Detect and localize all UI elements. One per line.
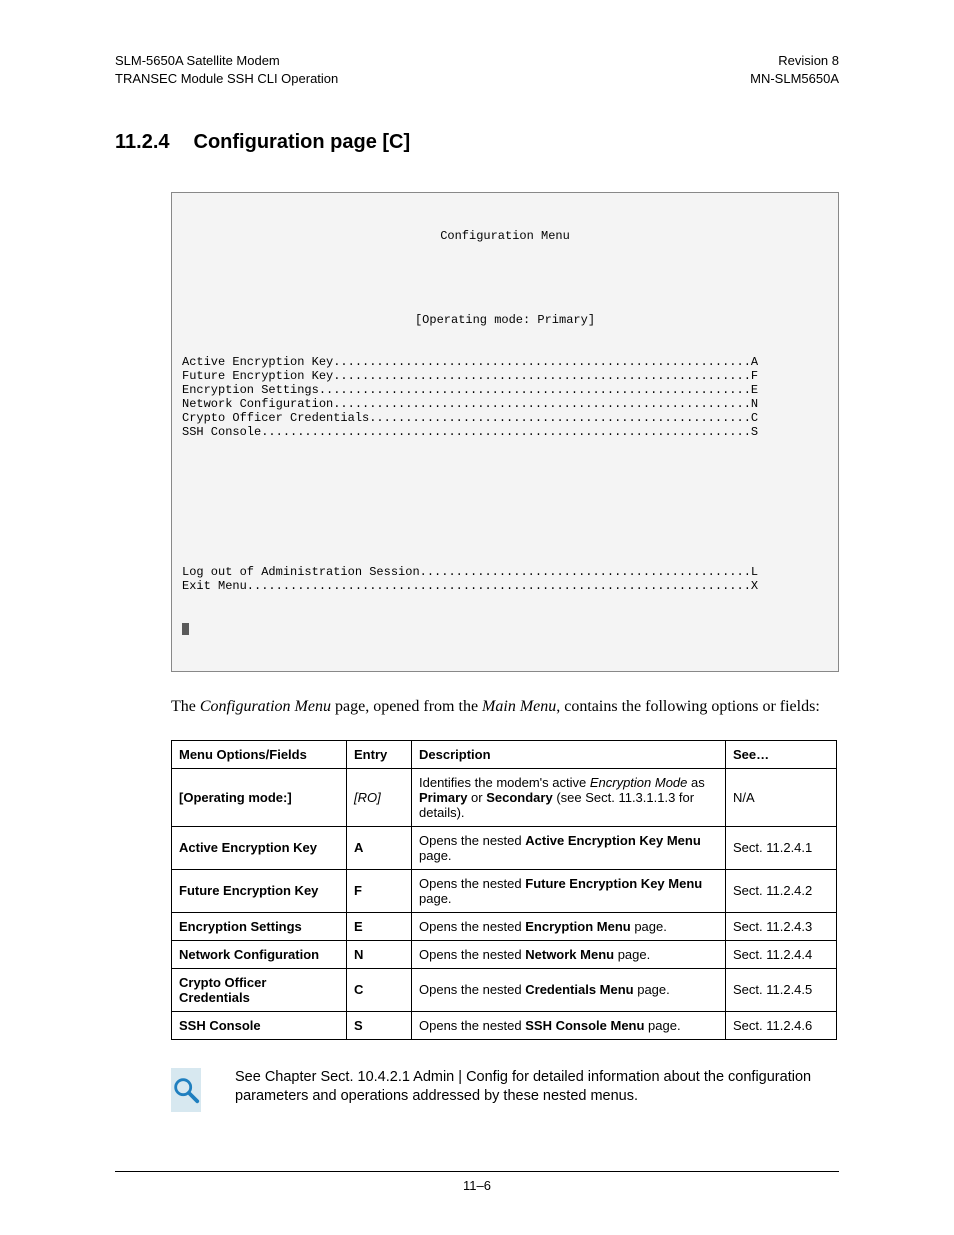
table-row: SSH ConsoleSOpens the nested SSH Console… bbox=[172, 1011, 837, 1039]
console-lines-top: Active Encryption Key...................… bbox=[182, 355, 828, 439]
console-line: Log out of Administration Session.......… bbox=[182, 565, 828, 579]
cell-menu: [Operating mode:] bbox=[172, 768, 347, 826]
cell-entry: [RO] bbox=[347, 768, 412, 826]
cell-desc: Identifies the modem's active Encryption… bbox=[412, 768, 726, 826]
console-title: Configuration Menu bbox=[182, 229, 828, 243]
cell-see: Sect. 11.2.4.4 bbox=[726, 940, 837, 968]
console-line: Network Configuration...................… bbox=[182, 397, 828, 411]
cell-menu: SSH Console bbox=[172, 1011, 347, 1039]
console-line: Crypto Officer Credentials..............… bbox=[182, 411, 828, 425]
page-footer: 11–6 bbox=[115, 1171, 839, 1193]
cell-desc: Opens the nested Encryption Menu page. bbox=[412, 912, 726, 940]
table-row: Active Encryption KeyAOpens the nested A… bbox=[172, 826, 837, 869]
cell-see: Sect. 11.2.4.2 bbox=[726, 869, 837, 912]
heading-number: 11.2.4 bbox=[115, 131, 170, 154]
cell-menu: Encryption Settings bbox=[172, 912, 347, 940]
intro-paragraph: The Configuration Menu page, opened from… bbox=[171, 696, 839, 718]
table-row: Encryption SettingsEOpens the nested Enc… bbox=[172, 912, 837, 940]
console-line: Exit Menu...............................… bbox=[182, 579, 828, 593]
cell-see: Sect. 11.2.4.5 bbox=[726, 968, 837, 1011]
console-line: Future Encryption Key...................… bbox=[182, 369, 828, 383]
section-heading: 11.2.4 Configuration page [C] bbox=[115, 131, 839, 154]
console-line: Active Encryption Key...................… bbox=[182, 355, 828, 369]
cell-desc: Opens the nested Credentials Menu page. bbox=[412, 968, 726, 1011]
header-right-1: Revision 8 bbox=[750, 52, 839, 70]
th-desc: Description bbox=[412, 740, 726, 768]
table-header-row: Menu Options/Fields Entry Description Se… bbox=[172, 740, 837, 768]
th-entry: Entry bbox=[347, 740, 412, 768]
cell-menu: Crypto Officer Credentials bbox=[172, 968, 347, 1011]
cell-entry: C bbox=[347, 968, 412, 1011]
cell-desc: Opens the nested Active Encryption Key M… bbox=[412, 826, 726, 869]
header-left-2: TRANSEC Module SSH CLI Operation bbox=[115, 70, 338, 88]
cell-see: N/A bbox=[726, 768, 837, 826]
cell-entry: F bbox=[347, 869, 412, 912]
cell-see: Sect. 11.2.4.3 bbox=[726, 912, 837, 940]
options-table: Menu Options/Fields Entry Description Se… bbox=[171, 740, 837, 1040]
table-row: Future Encryption KeyFOpens the nested F… bbox=[172, 869, 837, 912]
cell-desc: Opens the nested SSH Console Menu page. bbox=[412, 1011, 726, 1039]
cell-desc: Opens the nested Network Menu page. bbox=[412, 940, 726, 968]
cell-see: Sect. 11.2.4.1 bbox=[726, 826, 837, 869]
cursor-icon bbox=[182, 623, 189, 635]
console-screenshot: Configuration Menu [Operating mode: Prim… bbox=[171, 192, 839, 672]
cell-menu: Active Encryption Key bbox=[172, 826, 347, 869]
console-lines-bottom: Log out of Administration Session.......… bbox=[182, 565, 828, 593]
table-row: [Operating mode:][RO]Identifies the mode… bbox=[172, 768, 837, 826]
console-line: Encryption Settings.....................… bbox=[182, 383, 828, 397]
console-line: SSH Console.............................… bbox=[182, 425, 828, 439]
cell-entry: E bbox=[347, 912, 412, 940]
magnifier-icon bbox=[171, 1068, 201, 1112]
cell-entry: S bbox=[347, 1011, 412, 1039]
page-header: SLM-5650A Satellite Modem TRANSEC Module… bbox=[115, 52, 839, 87]
note-text: See Chapter Sect. 10.4.2.1 Admin | Confi… bbox=[235, 1068, 839, 1107]
cell-entry: N bbox=[347, 940, 412, 968]
console-subtitle: [Operating mode: Primary] bbox=[182, 313, 828, 327]
cell-menu: Network Configuration bbox=[172, 940, 347, 968]
th-menu: Menu Options/Fields bbox=[172, 740, 347, 768]
header-right-2: MN-SLM5650A bbox=[750, 70, 839, 88]
heading-text: Configuration page [C] bbox=[194, 131, 411, 154]
cell-entry: A bbox=[347, 826, 412, 869]
header-left-1: SLM-5650A Satellite Modem bbox=[115, 52, 338, 70]
cell-menu: Future Encryption Key bbox=[172, 869, 347, 912]
note-row: See Chapter Sect. 10.4.2.1 Admin | Confi… bbox=[171, 1068, 839, 1112]
table-row: Crypto Officer CredentialsCOpens the nes… bbox=[172, 968, 837, 1011]
cell-see: Sect. 11.2.4.6 bbox=[726, 1011, 837, 1039]
table-row: Network ConfigurationNOpens the nested N… bbox=[172, 940, 837, 968]
th-see: See… bbox=[726, 740, 837, 768]
page-number: 11–6 bbox=[463, 1178, 491, 1193]
cell-desc: Opens the nested Future Encryption Key M… bbox=[412, 869, 726, 912]
